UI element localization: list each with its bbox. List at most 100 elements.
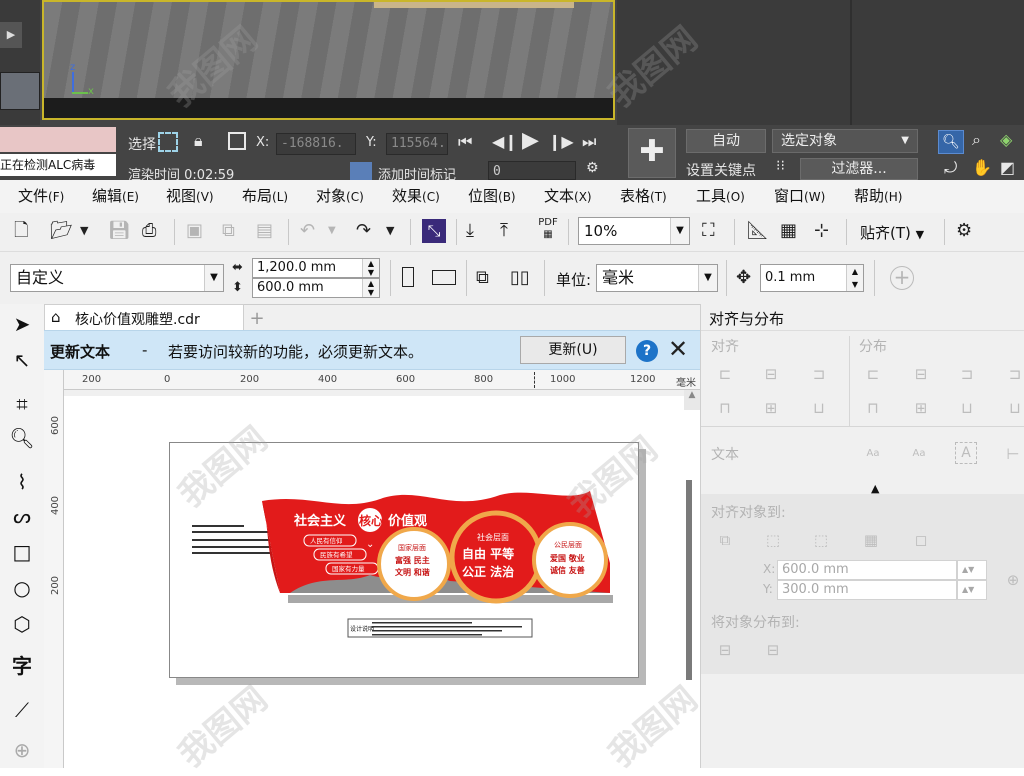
distribute-left-icon[interactable]: ⊏	[863, 364, 883, 384]
max-auto-key-button[interactable]: 自动	[686, 129, 766, 153]
zoom-icon[interactable]: 🔍︎	[938, 130, 964, 154]
current-page-icon[interactable]: ▯▯	[510, 268, 530, 288]
time-tag-icon[interactable]	[350, 162, 372, 180]
undo-icon[interactable]: ↶	[300, 221, 315, 241]
help-icon[interactable]: ?	[636, 340, 658, 362]
snap-to-menu[interactable]: 贴齐(T) ▼	[860, 222, 924, 243]
zoom-level-combo[interactable]: 10% ▼	[578, 217, 690, 245]
goto-end-icon[interactable]: ⏭	[582, 132, 596, 152]
show-grid-icon[interactable]: ▦	[780, 221, 797, 241]
distribute-top-icon[interactable]: ⊓	[863, 398, 883, 418]
search-content-icon[interactable]: ⤡	[422, 219, 446, 243]
max-side-panel[interactable]	[0, 72, 40, 110]
max-script-listener[interactable]	[0, 127, 116, 152]
point-picker-icon[interactable]: ⊕	[1003, 570, 1023, 590]
ellipse-tool-icon[interactable]: ○	[8, 574, 36, 602]
paste-icon[interactable]: ▤	[256, 221, 273, 241]
crop-tool-icon[interactable]: ⌗	[8, 390, 36, 418]
align-x-field[interactable]: 600.0 mm	[777, 560, 957, 580]
vertical-scrollbar[interactable]	[686, 480, 692, 680]
new-document-icon[interactable]: 🗋︎	[14, 221, 28, 241]
add-preset-icon[interactable]: +	[890, 266, 914, 290]
field-of-view-icon[interactable]: ◩	[1000, 158, 1015, 177]
menu-file[interactable]: 文件(F)	[18, 185, 64, 206]
key-mode-icon[interactable]: ✚	[628, 128, 676, 178]
max-selection-dropdown[interactable]: 选定对象 ▼	[772, 129, 918, 153]
lock-icon[interactable]: 🔒︎	[194, 131, 203, 151]
menu-text[interactable]: 文本(X)	[544, 185, 592, 206]
menu-tools[interactable]: 工具(O)	[696, 185, 745, 206]
vertical-ruler[interactable]: 600 400 200	[44, 370, 64, 768]
polygon-tool-icon[interactable]: ⬡	[8, 610, 36, 638]
menu-window[interactable]: 窗口(W)	[774, 185, 825, 206]
spin-arrows-icon[interactable]: ▲▼	[846, 265, 863, 291]
export-icon[interactable]: ⤒	[500, 221, 508, 241]
distribute-spacing-icon[interactable]: ⊐	[1005, 364, 1024, 384]
max-viewport[interactable]: z x	[42, 0, 615, 120]
save-icon[interactable]: 💾︎	[108, 221, 131, 241]
pan-hand-icon[interactable]: ✋	[972, 158, 992, 177]
print-icon[interactable]: ⎙	[142, 221, 156, 241]
text-last-baseline-icon[interactable]: Aa	[909, 444, 929, 464]
update-text-button[interactable]: 更新(U)	[520, 336, 626, 364]
key-filter-icon[interactable]: ⁝⁝	[776, 158, 785, 174]
all-pages-icon[interactable]: ⧉	[476, 268, 489, 288]
copy-icon[interactable]: ⧉	[222, 221, 235, 241]
zoom-tool-icon[interactable]: 🔍︎	[8, 424, 36, 452]
goto-start-icon[interactable]: ⏮	[458, 132, 472, 152]
units-combo[interactable]: 毫米 ▼	[596, 264, 718, 292]
menu-object[interactable]: 对象(C)	[316, 185, 364, 206]
align-to-page-center-icon[interactable]: ⬚	[811, 530, 831, 550]
freehand-tool-icon[interactable]: ⌇	[8, 468, 36, 496]
text-tool-icon[interactable]: 字	[8, 652, 36, 680]
show-guidelines-icon[interactable]: ⊹	[814, 221, 829, 241]
max-play-button[interactable]: ▶	[0, 22, 22, 48]
max-add-time-tag[interactable]: 添加时间标记	[378, 164, 456, 180]
max-x-field[interactable]: -168816.	[276, 133, 356, 155]
cut-icon[interactable]: ▣	[186, 221, 203, 241]
align-left-icon[interactable]: ⊏	[715, 364, 735, 384]
menu-layout[interactable]: 布局(L)	[242, 185, 288, 206]
show-rulers-icon[interactable]: 📐︎	[746, 221, 769, 241]
text-bounding-box-icon[interactable]: A	[955, 442, 977, 464]
paper-type-combo[interactable]: 自定义 ▼	[10, 264, 224, 292]
align-to-grid-icon[interactable]: ▦	[861, 530, 881, 550]
max-filter-button[interactable]: 过滤器...	[800, 158, 918, 180]
selection-lock-icon[interactable]	[158, 132, 178, 152]
maximize-viewport-icon[interactable]: ◈	[1000, 130, 1012, 149]
next-frame-icon[interactable]: ❙▶	[548, 132, 574, 151]
nudge-distance-field[interactable]: 0.1 mm ▲ ▼	[760, 264, 864, 292]
max-set-key[interactable]: 设置关键点	[686, 160, 756, 180]
menu-edit[interactable]: 编辑(E)	[92, 185, 139, 206]
orbit-icon[interactable]: ⤾	[944, 158, 957, 178]
close-icon[interactable]: ✕	[668, 335, 688, 363]
align-top-icon[interactable]: ⊓	[715, 398, 735, 418]
parallel-dimension-tool-icon[interactable]: ⟋	[8, 696, 36, 724]
full-screen-icon[interactable]: ⛶	[702, 221, 715, 241]
home-icon[interactable]: ⌂	[51, 308, 61, 326]
spin-arrows-icon[interactable]: ▲▼	[362, 259, 379, 277]
horizontal-ruler[interactable]: 200 0 200 400 600 800 1000 1200 毫米	[64, 370, 700, 390]
menu-table[interactable]: 表格(T)	[620, 185, 667, 206]
shape-tool-icon[interactable]: ↖	[8, 346, 36, 374]
prev-frame-icon[interactable]: ◀❙	[492, 132, 518, 151]
align-to-point-icon[interactable]: ◻	[911, 530, 931, 550]
play-icon[interactable]: ▶	[522, 128, 539, 153]
distribute-right-icon[interactable]: ⊐	[957, 364, 977, 384]
align-to-active-objects-icon[interactable]: ⧉	[715, 530, 735, 550]
distribute-bottom-icon[interactable]: ⊔	[957, 398, 977, 418]
distribute-vspacing-icon[interactable]: ⊔	[1005, 398, 1024, 418]
align-vertical-center-icon[interactable]: ⊞	[761, 398, 781, 418]
text-first-baseline-icon[interactable]: Aa	[863, 444, 883, 464]
spin-arrows-icon[interactable]: ▲▼	[957, 560, 987, 580]
distribute-center-icon[interactable]: ⊟	[911, 364, 931, 384]
add-tool-icon[interactable]: ⊕	[8, 736, 36, 764]
align-to-page-edge-icon[interactable]: ⬚	[763, 530, 783, 550]
document-tab[interactable]: ⌂ 核心价值观雕塑.cdr	[44, 304, 244, 330]
align-y-field[interactable]: 300.0 mm	[777, 580, 957, 600]
page-height-field[interactable]: 600.0 mm ▲ ▼	[252, 278, 380, 298]
options-gear-icon[interactable]: ⚙	[956, 221, 972, 241]
open-dropdown-chevron-icon[interactable]: ▼	[80, 221, 88, 241]
align-horizontal-center-icon[interactable]: ⊟	[761, 364, 781, 384]
artistic-media-tool-icon[interactable]: ᔕ	[8, 502, 36, 530]
